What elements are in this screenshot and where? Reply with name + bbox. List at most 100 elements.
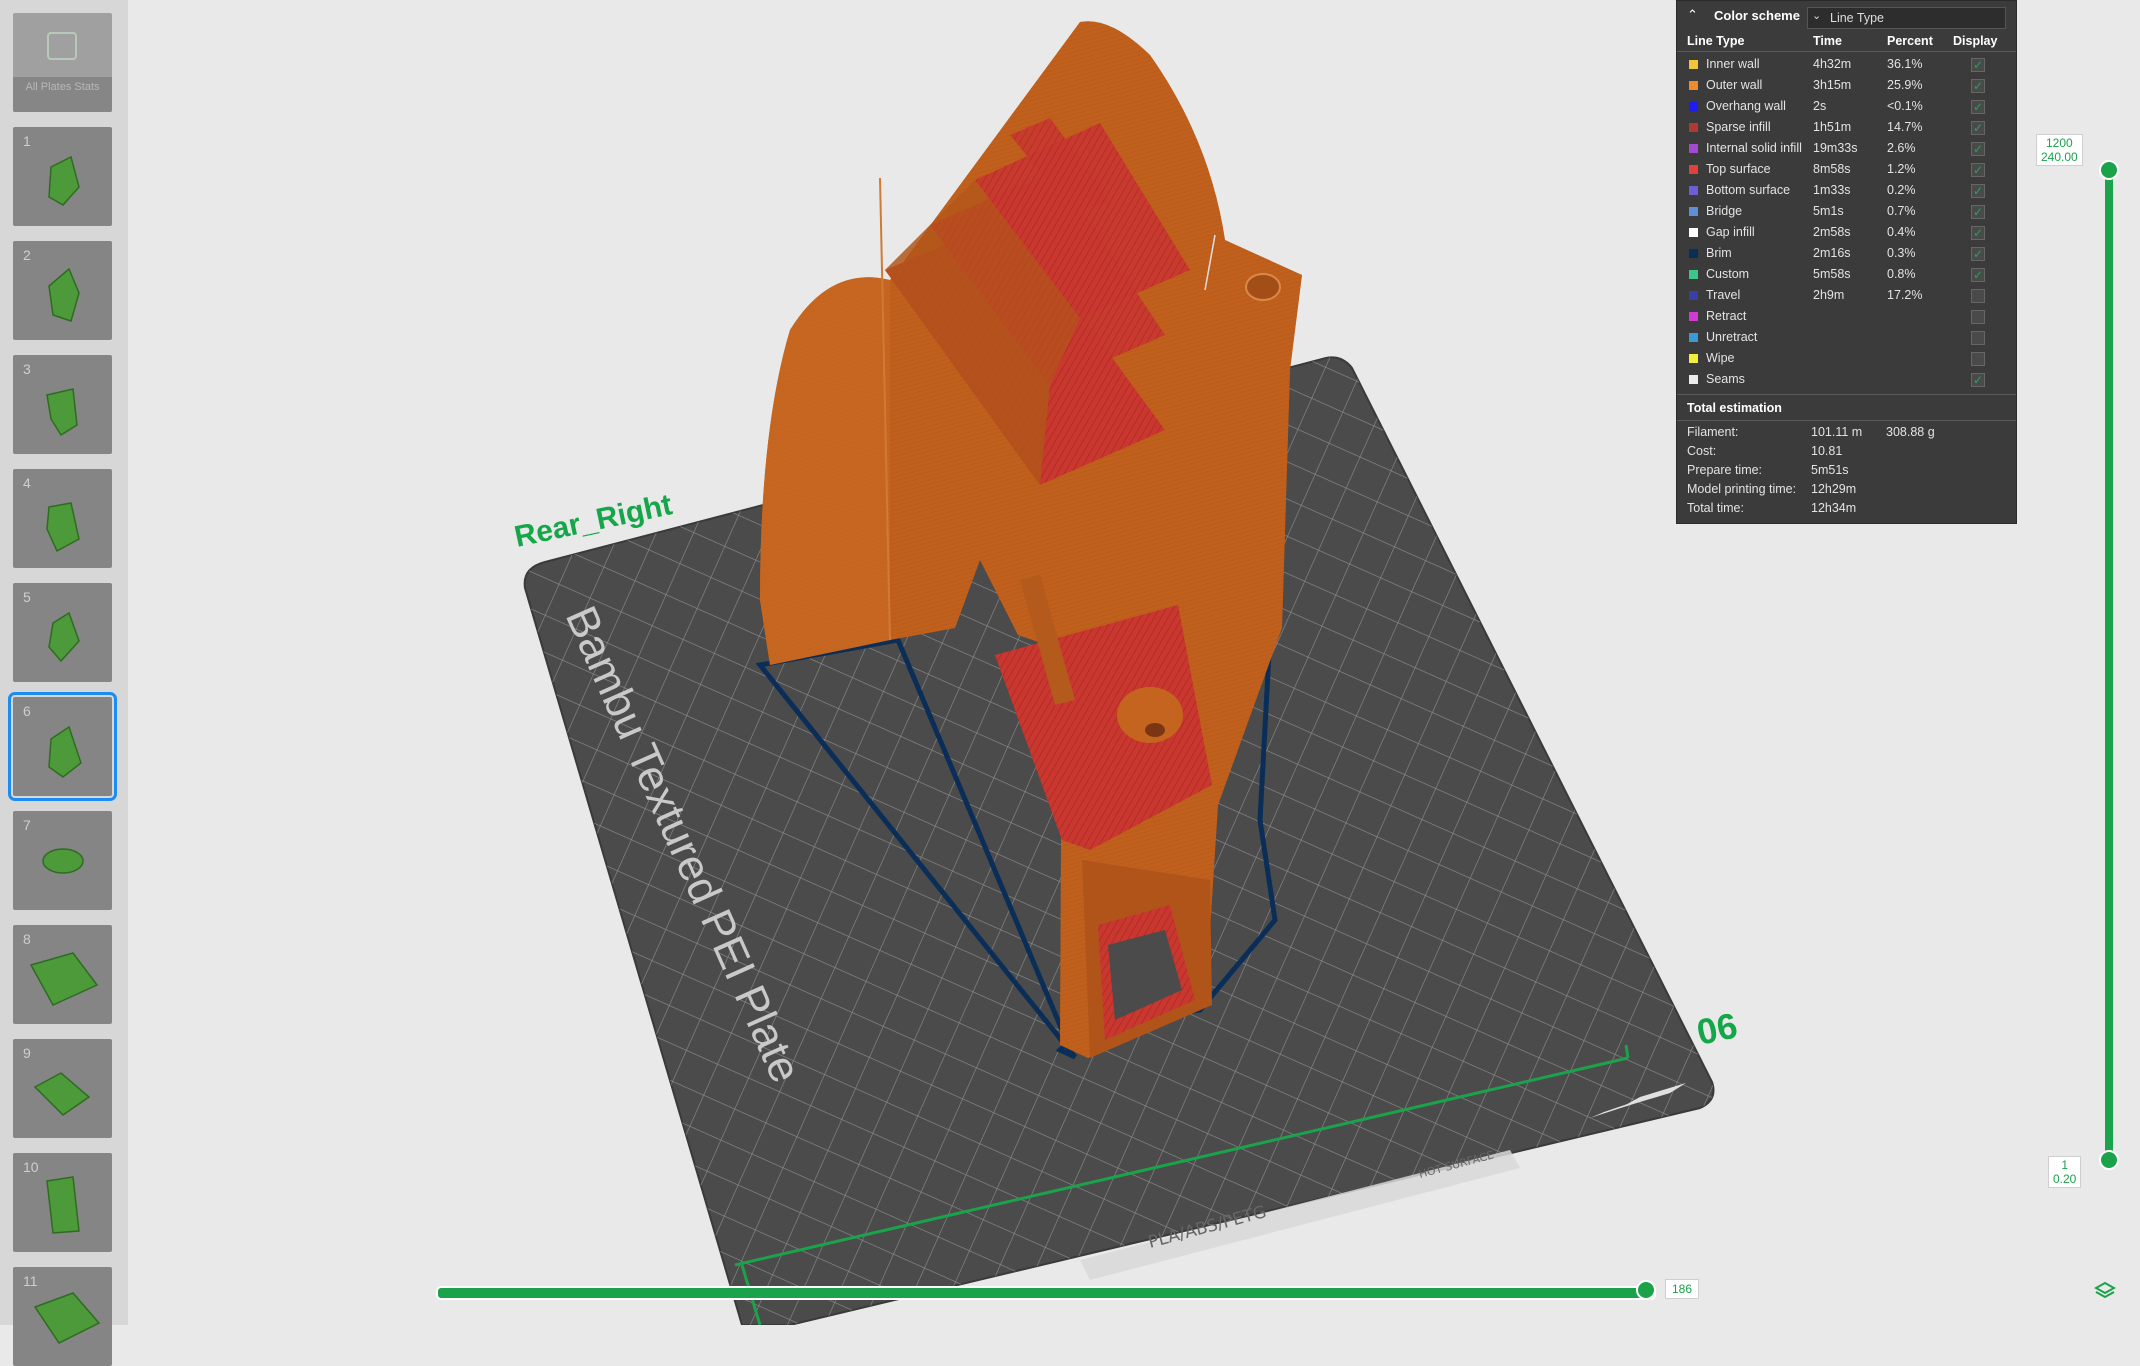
display-checkbox[interactable]: ✓	[1971, 58, 1985, 72]
line-type-name: Travel	[1706, 288, 1741, 302]
color-swatch	[1689, 144, 1698, 153]
color-swatch	[1689, 165, 1698, 174]
legend-row: Top surface 8m58s 1.2% ✓	[1677, 159, 2016, 180]
legend-row: Sparse infill 1h51m 14.7% ✓	[1677, 117, 2016, 138]
display-checkbox[interactable]	[1971, 331, 1985, 345]
plate-thumbnail-5[interactable]: 5	[13, 583, 112, 682]
plate-thumbnail-8[interactable]: 8	[13, 925, 112, 1024]
estimation-key: Filament:	[1687, 425, 1739, 439]
layer-slider[interactable]	[2090, 160, 2130, 1170]
display-checkbox[interactable]: ✓	[1971, 205, 1985, 219]
layer-slider-bottom-handle[interactable]	[2099, 1150, 2119, 1170]
color-swatch	[1689, 375, 1698, 384]
plate-preview-icon	[29, 952, 99, 1006]
color-swatch	[1689, 102, 1698, 111]
display-checkbox[interactable]: ✓	[1971, 226, 1985, 240]
all-plates-stats-thumbnail[interactable]: All Plates Stats	[13, 13, 112, 112]
plate-thumbnail-4[interactable]: 4	[13, 469, 112, 568]
estimation-row: Total time: 12h34m	[1677, 499, 2016, 518]
legend-row: Retract	[1677, 306, 2016, 327]
line-type-time: 2m58s	[1813, 225, 1851, 239]
display-checkbox[interactable]	[1971, 310, 1985, 324]
line-type-name: Overhang wall	[1706, 99, 1786, 113]
color-swatch	[1689, 354, 1698, 363]
line-type-percent: 25.9%	[1887, 78, 1923, 92]
line-type-percent: 0.2%	[1887, 183, 1916, 197]
color-scheme-legend: ⌃ Color scheme ⌄ Line Type Line Type Tim…	[1676, 0, 2017, 524]
legend-title: Color scheme	[1714, 8, 1800, 23]
display-checkbox[interactable]: ✓	[1971, 100, 1985, 114]
line-type-name: Wipe	[1706, 351, 1735, 365]
legend-row: Custom 5m58s 0.8% ✓	[1677, 264, 2016, 285]
legend-row: Unretract	[1677, 327, 2016, 348]
estimation-value: 12h34m	[1811, 501, 1857, 515]
line-type-time: 19m33s	[1813, 141, 1858, 155]
display-checkbox[interactable]: ✓	[1971, 142, 1985, 156]
plate-thumbnail-7[interactable]: 7	[13, 811, 112, 910]
line-type-percent: <0.1%	[1887, 99, 1923, 113]
line-type-name: Gap infill	[1706, 225, 1755, 239]
display-checkbox[interactable]	[1971, 352, 1985, 366]
plate-thumbnail-9[interactable]: 9	[13, 1039, 112, 1138]
color-swatch	[1689, 186, 1698, 195]
estimation-key: Model printing time:	[1687, 482, 1797, 496]
estimation-key: Prepare time:	[1687, 463, 1763, 477]
column-line-type: Line Type	[1687, 34, 1745, 48]
plate-thumbnail-6[interactable]: 6	[8, 692, 117, 801]
display-checkbox[interactable]: ✓	[1971, 373, 1985, 387]
line-type-name: Custom	[1706, 267, 1750, 281]
line-type-time: 5m58s	[1813, 267, 1851, 281]
display-checkbox[interactable]: ✓	[1971, 184, 1985, 198]
line-type-time: 5m1s	[1813, 204, 1844, 218]
display-checkbox[interactable]: ✓	[1971, 247, 1985, 261]
layers-icon[interactable]	[2093, 1280, 2117, 1302]
line-type-percent: 2.6%	[1887, 141, 1916, 155]
estimation-value: 10.81	[1811, 444, 1843, 458]
layer-slider-top-handle[interactable]	[2099, 160, 2119, 180]
color-swatch	[1689, 60, 1698, 69]
line-type-name: Top surface	[1706, 162, 1771, 176]
chevron-up-icon[interactable]: ⌃	[1687, 7, 1701, 22]
bottom-layer-height: 0.20	[2053, 1172, 2077, 1186]
estimation-value: 5m51s	[1811, 463, 1849, 477]
line-type-time: 8m58s	[1813, 162, 1851, 176]
plate-thumbnail-3[interactable]: 3	[13, 355, 112, 454]
estimation-key: Total time:	[1687, 501, 1744, 515]
move-slider-track[interactable]	[436, 1286, 1656, 1300]
legend-header: ⌃ Color scheme ⌄ Line Type	[1677, 1, 2016, 29]
display-checkbox[interactable]: ✓	[1971, 79, 1985, 93]
layer-slider-track[interactable]	[2105, 168, 2113, 1158]
plate-thumbnail-2[interactable]: 2	[13, 241, 112, 340]
color-swatch	[1689, 291, 1698, 300]
column-display: Display	[1953, 34, 1998, 48]
legend-row: Overhang wall 2s <0.1% ✓	[1677, 96, 2016, 117]
display-checkbox[interactable]: ✓	[1971, 268, 1985, 282]
plate-thumbnail-11[interactable]: 11	[13, 1267, 112, 1366]
plate-thumbnail-10[interactable]: 10	[13, 1153, 112, 1252]
line-type-time: 1h51m	[1813, 120, 1852, 134]
estimation-value: 12h29m	[1811, 482, 1857, 496]
display-checkbox[interactable]	[1971, 289, 1985, 303]
line-type-time: 4h32m	[1813, 57, 1852, 71]
legend-row: Bridge 5m1s 0.7% ✓	[1677, 201, 2016, 222]
plate-preview-icon	[33, 1072, 91, 1116]
color-scheme-select[interactable]: ⌄ Line Type	[1807, 7, 2006, 29]
legend-row: Travel 2h9m 17.2%	[1677, 285, 2016, 306]
color-swatch	[1689, 81, 1698, 90]
line-type-name: Outer wall	[1706, 78, 1763, 92]
legend-row: Wipe	[1677, 348, 2016, 369]
line-type-time: 1m33s	[1813, 183, 1851, 197]
bottom-layer-label: 1 0.20	[2048, 1156, 2082, 1188]
plate-thumbnail-1[interactable]: 1	[13, 127, 112, 226]
column-time: Time	[1813, 34, 1842, 48]
move-slider-handle[interactable]	[1636, 1280, 1656, 1300]
move-slider-value: 186	[1665, 1279, 1700, 1299]
plate-preview-icon	[46, 502, 80, 553]
display-checkbox[interactable]: ✓	[1971, 163, 1985, 177]
line-type-name: Sparse infill	[1706, 120, 1771, 134]
plate-preview-icon	[48, 155, 80, 206]
legend-row: Outer wall 3h15m 25.9% ✓	[1677, 75, 2016, 96]
line-type-percent: 36.1%	[1887, 57, 1923, 71]
line-type-name: Bridge	[1706, 204, 1743, 218]
display-checkbox[interactable]: ✓	[1971, 121, 1985, 135]
